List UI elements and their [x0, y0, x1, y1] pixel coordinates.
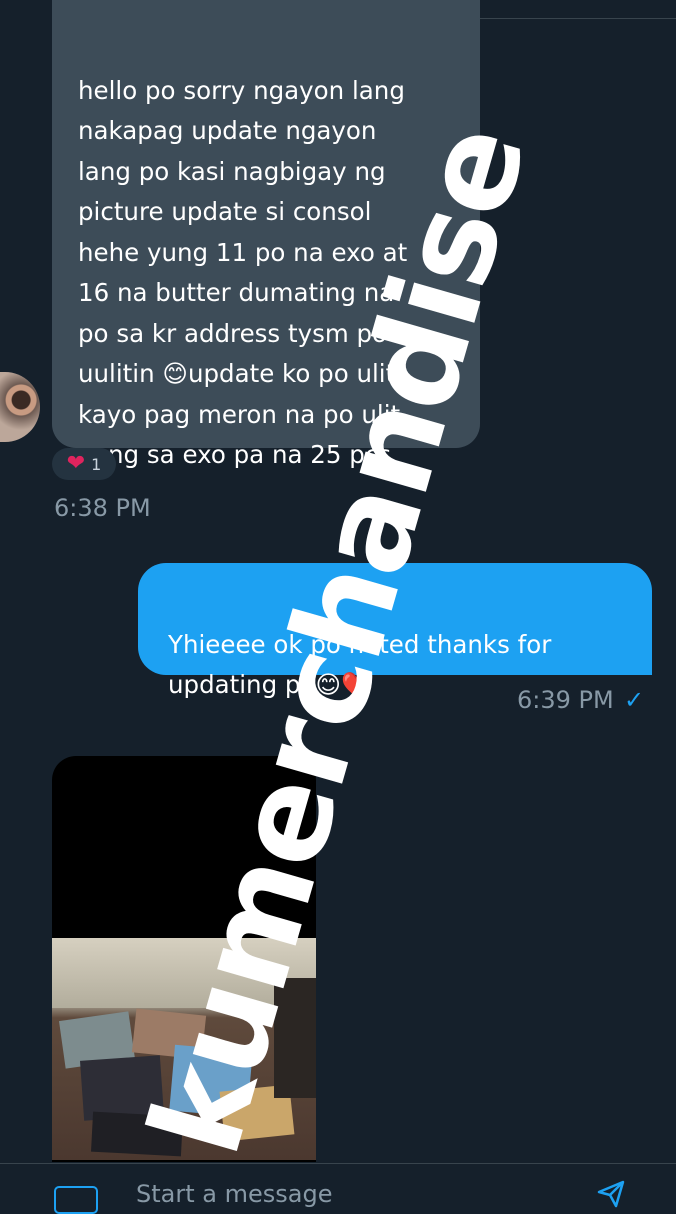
incoming-timestamp: 6:38 PM — [54, 494, 151, 522]
photo-thumbnail — [52, 938, 316, 1160]
send-icon[interactable] — [596, 1178, 626, 1208]
outgoing-message-bubble[interactable]: Yhieeee ok po noted thanks for updating … — [138, 563, 652, 699]
composer-bar: Start a message — [0, 1164, 676, 1214]
avatar[interactable] — [0, 372, 40, 442]
reaction-count: 1 — [91, 454, 102, 474]
reaction-badge[interactable]: ❤ 1 — [52, 448, 116, 480]
sent-check-icon: ✓ — [624, 686, 645, 714]
message-input[interactable]: Start a message — [136, 1180, 332, 1208]
top-divider — [480, 18, 676, 19]
outgoing-timestamp: 6:39 PM — [517, 686, 614, 714]
image-message[interactable] — [52, 756, 316, 1162]
outgoing-message-text: Yhieeee ok po noted thanks for updating … — [168, 630, 552, 699]
heart-icon: ❤ — [66, 451, 86, 476]
gif-icon[interactable] — [54, 1186, 98, 1214]
incoming-message-bubble[interactable]: hello po sorry ngayon lang nakapag updat… — [52, 0, 480, 469]
incoming-message-text: hello po sorry ngayon lang nakapag updat… — [78, 75, 408, 470]
